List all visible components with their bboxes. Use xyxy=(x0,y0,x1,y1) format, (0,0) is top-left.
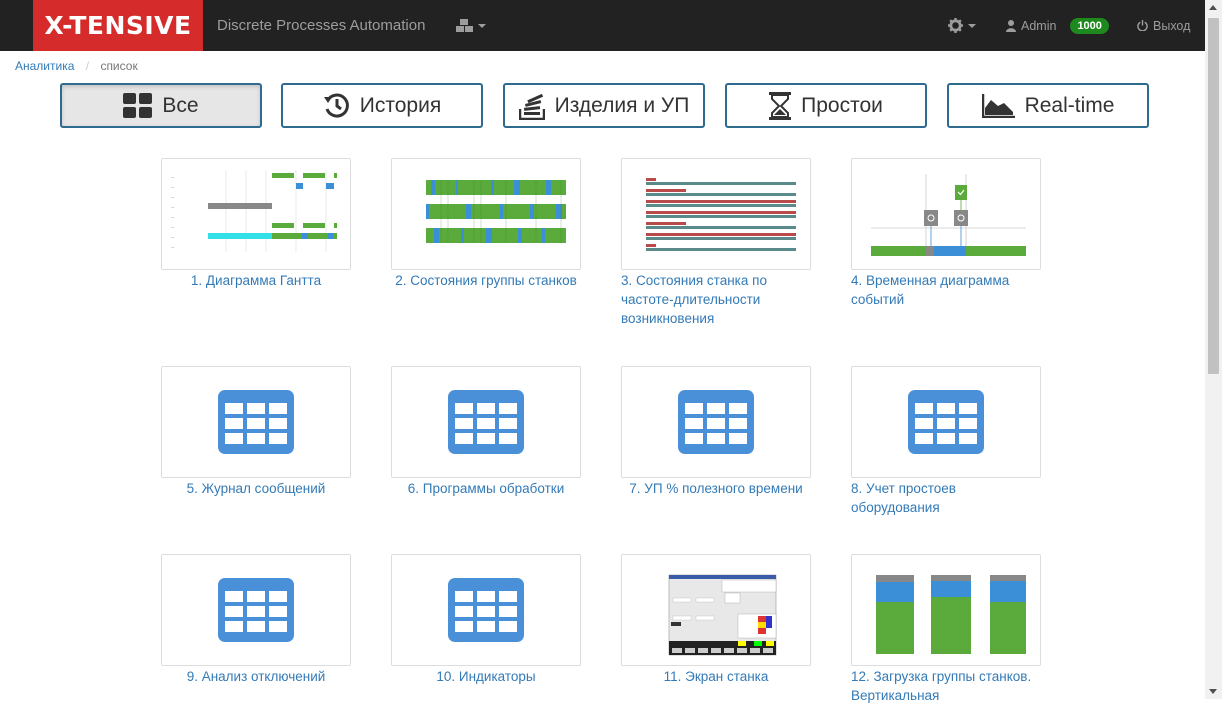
report-title[interactable]: 11. Экран станка xyxy=(621,667,811,686)
breadcrumb: Аналитика / список xyxy=(15,59,138,73)
report-title[interactable]: 8. Учет простоев оборудования xyxy=(851,479,1041,517)
report-card-downtime-accounting[interactable]: 8. Учет простоев оборудования xyxy=(851,366,1041,517)
report-title[interactable]: 12. Загрузка группы станков. Вертикальна… xyxy=(851,667,1041,705)
report-card-indicators[interactable]: 10. Индикаторы xyxy=(391,554,581,686)
filter-label: Изделия и УП xyxy=(554,93,690,117)
area-chart-icon xyxy=(981,93,1015,118)
stack-icon xyxy=(518,93,545,120)
user-badge: 1000 xyxy=(1070,17,1109,34)
report-card-vertical-load[interactable]: 12. Загрузка группы станков. Вертикальна… xyxy=(851,554,1041,705)
report-card-group-states[interactable]: 2. Состояния группы станков xyxy=(391,158,581,290)
settings-menu[interactable] xyxy=(948,0,976,51)
report-card-message-log[interactable]: 5. Журнал сообщений xyxy=(161,366,351,498)
user-name: Admin xyxy=(1021,18,1057,33)
chevron-down-icon xyxy=(968,23,976,28)
report-title[interactable]: 5. Журнал сообщений xyxy=(161,479,351,498)
table-icon xyxy=(218,578,294,642)
filter-label: История xyxy=(359,93,442,117)
cubes-icon xyxy=(456,18,473,32)
filter-label: Real-time xyxy=(1024,93,1115,117)
machine-screen-thumbnail[interactable] xyxy=(621,554,811,666)
report-card-gantt[interactable]: — — — — — — — — 1. Диаграмма Гантта xyxy=(161,158,351,290)
logout-label: Выход xyxy=(1153,18,1191,33)
svg-text:—: — xyxy=(171,185,175,189)
breadcrumb-current: список xyxy=(100,59,138,73)
report-card-event-timeline[interactable]: 4. Временная диаграмма событий xyxy=(851,158,1041,309)
table-icon xyxy=(218,390,294,454)
report-title[interactable]: 1. Диаграмма Гантта xyxy=(161,271,351,290)
grid-icon xyxy=(123,93,153,118)
svg-text:—: — xyxy=(171,215,175,219)
report-title[interactable]: 9. Анализ отключений xyxy=(161,667,351,686)
report-title[interactable]: 6. Программы обработки xyxy=(391,479,581,498)
table-thumbnail[interactable] xyxy=(391,554,581,666)
svg-text:—: — xyxy=(171,225,175,229)
filter-label: Простои xyxy=(801,93,883,117)
report-title[interactable]: 10. Индикаторы xyxy=(391,667,581,686)
logout-link[interactable]: Выход xyxy=(1137,0,1190,51)
scroll-up-icon[interactable] xyxy=(1209,5,1217,10)
page-scrollbar[interactable] xyxy=(1205,0,1222,699)
frequency-duration-thumbnail[interactable] xyxy=(621,158,811,270)
brand-title[interactable]: Discrete Processes Automation xyxy=(217,0,425,51)
filter-all-button[interactable]: Все xyxy=(60,83,262,128)
svg-text:—: — xyxy=(171,235,175,239)
history-icon xyxy=(323,93,349,118)
group-states-thumbnail[interactable] xyxy=(391,158,581,270)
gear-icon xyxy=(948,18,963,33)
report-card-machine-screen[interactable]: 11. Экран станка xyxy=(621,554,811,686)
table-icon xyxy=(678,390,754,454)
breadcrumb-separator: / xyxy=(85,59,90,73)
table-thumbnail[interactable] xyxy=(161,366,351,478)
svg-text:—: — xyxy=(171,175,175,179)
scrollbar-thumb[interactable] xyxy=(1208,18,1219,374)
filter-realtime-button[interactable]: Real-time xyxy=(947,83,1149,128)
table-thumbnail[interactable] xyxy=(851,366,1041,478)
user-icon xyxy=(1006,19,1016,32)
filter-label: Все xyxy=(162,93,199,117)
table-thumbnail[interactable] xyxy=(391,366,581,478)
report-card-frequency-duration[interactable]: 3. Состояния станка по частоте-длительно… xyxy=(621,158,811,328)
report-card-shutdown-analysis[interactable]: 9. Анализ отключений xyxy=(161,554,351,686)
report-card-useful-time[interactable]: 7. УП % полезного времени xyxy=(621,366,811,498)
top-navbar: X-TENSIVE Discrete Processes Automation … xyxy=(0,0,1205,51)
report-title[interactable]: 7. УП % полезного времени xyxy=(621,479,811,498)
table-icon xyxy=(908,390,984,454)
svg-text:—: — xyxy=(171,245,175,249)
vertical-load-thumbnail[interactable] xyxy=(851,554,1041,666)
breadcrumb-root[interactable]: Аналитика xyxy=(15,59,74,73)
svg-text:—: — xyxy=(171,195,175,199)
svg-text:—: — xyxy=(171,205,175,209)
chevron-down-icon xyxy=(478,23,486,28)
table-icon xyxy=(448,390,524,454)
table-thumbnail[interactable] xyxy=(161,554,351,666)
event-timeline-thumbnail[interactable] xyxy=(851,158,1041,270)
report-card-programs[interactable]: 6. Программы обработки xyxy=(391,366,581,498)
logo[interactable]: X-TENSIVE xyxy=(33,0,203,51)
table-icon xyxy=(448,578,524,642)
hourglass-icon xyxy=(769,91,792,120)
report-title[interactable]: 2. Состояния группы станков xyxy=(391,271,581,290)
gantt-chart-thumbnail[interactable]: — — — — — — — — xyxy=(161,158,351,270)
scroll-down-icon[interactable] xyxy=(1209,689,1217,694)
power-icon xyxy=(1137,20,1148,31)
filter-history-button[interactable]: История xyxy=(281,83,483,128)
filter-products-button[interactable]: Изделия и УП xyxy=(503,83,705,128)
report-title[interactable]: 3. Состояния станка по частоте-длительно… xyxy=(621,271,811,328)
filter-downtime-button[interactable]: Простои xyxy=(725,83,927,128)
table-thumbnail[interactable] xyxy=(621,366,811,478)
user-menu[interactable]: Admin 1000 xyxy=(1006,0,1109,51)
objects-menu[interactable] xyxy=(456,0,486,51)
report-title[interactable]: 4. Временная диаграмма событий xyxy=(851,271,1041,309)
